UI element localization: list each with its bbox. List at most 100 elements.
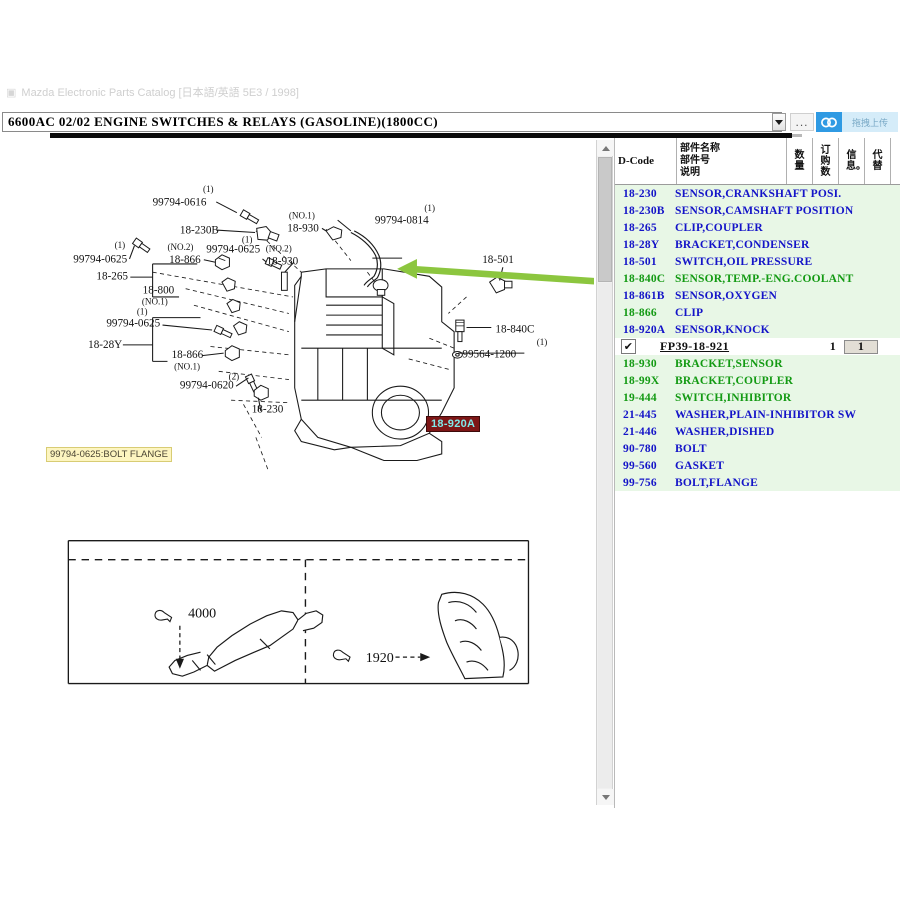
table-cell-dcode: 18-28Y (615, 239, 671, 251)
diagram-label: 99794-0620 (180, 380, 234, 392)
hand-icon-1920 (333, 650, 350, 661)
harness-wire (351, 231, 381, 287)
diagram-label: 18-800 (143, 285, 175, 297)
table-cell-description: SENSOR,CRANKSHAFT POSI. (671, 188, 900, 200)
highlighted-part-callout[interactable]: 18-920A (426, 416, 480, 432)
arrowhead-1920 (420, 653, 430, 661)
table-cell-dcode: 21-445 (615, 409, 671, 421)
table-row[interactable]: 18-840CSENSOR,TEMP.-ENG.COOLANT (615, 270, 900, 287)
scroll-up-button[interactable] (597, 140, 614, 156)
table-row[interactable]: 18-230SENSOR,CRANKSHAFT POSI. (615, 185, 900, 202)
column-header-alt-text: 代替 (872, 150, 883, 172)
column-header-alt[interactable]: 代替 (865, 138, 891, 184)
table-row[interactable]: 18-28YBRACKET,CONDENSER (615, 236, 900, 253)
window-caption: ▣Mazda Electronic Parts Catalog [日本語/英語 … (0, 84, 900, 102)
diagram-pane[interactable]: (1) 99794-0616 18-230B (NO.1) 18-930 (1)… (2, 140, 594, 805)
diagram-label: 18-230B (180, 224, 219, 236)
scroll-down-button[interactable] (597, 789, 614, 805)
diagram-label: 18-501 (482, 254, 514, 266)
order-checkbox[interactable]: ✔ (621, 339, 636, 354)
breadcrumb[interactable]: 6600AC 02/02 ENGINE SWITCHES & RELAYS (G… (2, 112, 782, 132)
diagram-label: 1920 (366, 650, 394, 666)
diagram-label: (NO.1) (174, 362, 200, 372)
table-row[interactable]: 18-99XBRACKET,COUPLER (615, 372, 900, 389)
parts-diagram: (1) 99794-0616 18-230B (NO.1) 18-930 (1)… (2, 140, 594, 805)
table-row[interactable]: 21-445WASHER,PLAIN-INHIBITOR SW (615, 406, 900, 423)
column-header-part-name-line3: 说明 (680, 167, 700, 179)
scrollbar-track[interactable] (598, 283, 612, 788)
parts-table: D-Code 部件名称 部件号 说明 数量 订购数 信息。 代替 18-230S… (614, 138, 900, 808)
diagram-label: (NO.1) (289, 210, 315, 220)
table-cell-description: BOLT,FLANGE (671, 477, 900, 489)
table-row-selected[interactable]: ✔FP39-18-92111 (615, 338, 900, 355)
table-cell-description: BRACKET,COUPLER (671, 375, 900, 387)
diagram-label: 18-930 (267, 256, 299, 268)
column-header-order-qty[interactable]: 订购数 (813, 138, 839, 184)
table-cell-dcode: 18-861B (615, 290, 671, 302)
table-cell-dcode: 18-230 (615, 188, 671, 200)
table-row[interactable]: 18-265CLIP,COUPLER (615, 219, 900, 236)
column-header-qty[interactable]: 数量 (787, 138, 813, 184)
table-cell-description: CLIP,COUPLER (671, 222, 900, 234)
table-cell-description: SENSOR,TEMP.-ENG.COOLANT (671, 273, 900, 285)
table-cell-dcode: 90-780 (615, 443, 671, 455)
breadcrumb-dropdown-button[interactable] (772, 113, 786, 131)
chevron-up-icon (602, 146, 610, 151)
column-header-info-text: 信息。 (846, 150, 857, 172)
diagram-label: 99794-0616 (153, 196, 207, 208)
drag-upload-label[interactable]: 拖拽上传 (842, 112, 898, 132)
table-row[interactable]: 99-756BOLT,FLANGE (615, 474, 900, 491)
cloud-upload-button[interactable] (816, 112, 842, 132)
diagram-label: (NO.1) (142, 296, 168, 306)
table-row[interactable]: 18-861BSENSOR,OXYGEN (615, 287, 900, 304)
diagram-label: 18-866 (172, 349, 204, 361)
table-cell-description: SENSOR,CAMSHAFT POSITION (671, 205, 900, 217)
column-header-dcode[interactable]: D-Code (615, 138, 677, 184)
diagram-label: (1) (424, 203, 435, 213)
table-cell-description: SWITCH,OIL PRESSURE (671, 256, 900, 268)
diagram-label: (1) (115, 240, 126, 250)
table-row[interactable]: 19-444SWITCH,INHIBITOR (615, 389, 900, 406)
diagram-label: 99794-0625 (206, 243, 260, 255)
table-cell-description: SWITCH,INHIBITOR (671, 392, 900, 404)
column-header-order-qty-text: 订购数 (820, 145, 831, 178)
table-cell-dcode: 99-756 (615, 477, 671, 489)
table-row[interactable]: 99-560GASKET (615, 457, 900, 474)
diagram-vertical-scrollbar[interactable] (596, 140, 613, 805)
table-cell-dcode: 21-446 (615, 426, 671, 438)
table-row[interactable]: 18-866CLIP (615, 304, 900, 321)
table-cell-description: BRACKET,SENSOR (671, 358, 900, 370)
table-body[interactable]: 18-230SENSOR,CRANKSHAFT POSI.18-230BSENS… (615, 185, 900, 808)
table-row[interactable]: 21-446WASHER,DISHED (615, 423, 900, 440)
table-cell-dcode: 18-99X (615, 375, 671, 387)
table-cell-description: BRACKET,CONDENSER (671, 239, 900, 251)
table-cell-dcode: 18-930 (615, 358, 671, 370)
table-row[interactable]: 90-780BOLT (615, 440, 900, 457)
table-cell-dcode: 18-840C (615, 273, 671, 285)
table-cell-dcode: 99-560 (615, 460, 671, 472)
diagram-label: (1) (537, 337, 548, 347)
table-row[interactable]: 18-920ASENSOR,KNOCK (615, 321, 900, 338)
selected-part-qty: 1 (830, 339, 836, 354)
table-cell-description: WASHER,DISHED (671, 426, 900, 438)
diagram-label: 18-265 (96, 271, 128, 283)
app-icon: ▣ (6, 84, 16, 102)
table-row[interactable]: 18-930BRACKET,SENSOR (615, 355, 900, 372)
page-title: 6600AC 02/02 ENGINE SWITCHES & RELAYS (G… (3, 114, 438, 130)
cloud-upload-icon (820, 116, 838, 129)
chevron-down-icon (602, 795, 610, 800)
table-row[interactable]: 18-230BSENSOR,CAMSHAFT POSITION (615, 202, 900, 219)
column-header-qty-text: 数量 (794, 150, 805, 172)
diagram-label: 18-840C (495, 323, 534, 335)
scrollbar-thumb[interactable] (598, 157, 612, 282)
more-options-button[interactable]: ... (790, 113, 814, 131)
diagram-label: 4000 (188, 605, 216, 621)
column-header-info[interactable]: 信息。 (839, 138, 865, 184)
table-cell-description: SENSOR,OXYGEN (671, 290, 900, 302)
column-header-part-name[interactable]: 部件名称 部件号 说明 (677, 138, 787, 184)
table-row[interactable]: 18-501SWITCH,OIL PRESSURE (615, 253, 900, 270)
table-cell-dcode: 18-501 (615, 256, 671, 268)
diagram-label: (NO.2) (266, 244, 292, 254)
order-qty-input[interactable]: 1 (844, 340, 878, 354)
table-cell-dcode: 18-866 (615, 307, 671, 319)
